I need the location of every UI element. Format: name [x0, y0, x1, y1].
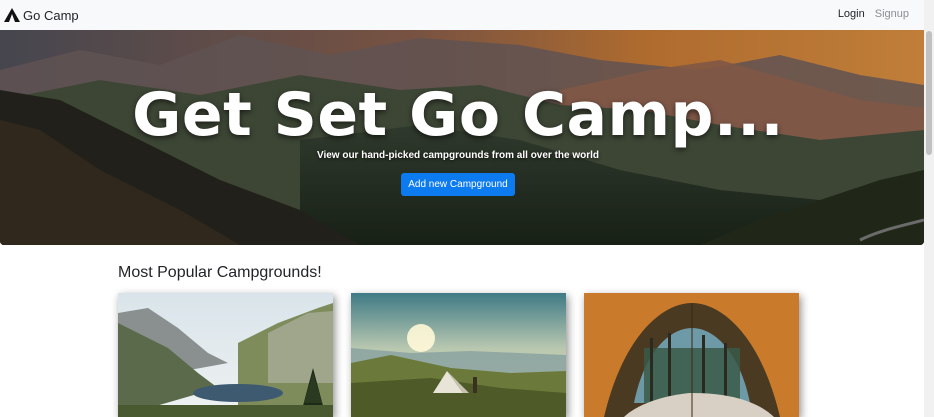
brand-name: Go Camp — [23, 7, 79, 23]
section-title: Most Popular Campgrounds! — [118, 264, 322, 281]
hero-content: Get Set Go Camp... View our hand-picked … — [0, 30, 924, 245]
signup-link[interactable]: Signup — [875, 8, 909, 20]
login-link[interactable]: Login — [838, 8, 865, 20]
page-scrollbar[interactable] — [924, 0, 934, 417]
hero-banner: Get Set Go Camp... View our hand-picked … — [0, 30, 924, 245]
add-campground-button[interactable]: Add new Campground — [401, 173, 515, 196]
campground-card[interactable] — [351, 293, 566, 417]
nav-links: Login Signup — [838, 8, 909, 20]
tent-forest-view-image — [584, 293, 799, 417]
tent-icon — [4, 8, 20, 22]
hero-title: Get Set Go Camp... — [132, 80, 784, 150]
scrollbar-thumb[interactable] — [926, 31, 932, 155]
mountain-lake-image — [118, 293, 333, 417]
brand-link[interactable]: Go Camp — [4, 6, 79, 24]
sunset-tent-image — [351, 293, 566, 417]
campground-card[interactable] — [584, 293, 799, 417]
hero-subtitle: View our hand-picked campgrounds from al… — [316, 150, 600, 161]
campground-card[interactable] — [118, 293, 333, 417]
navbar: Go Camp Login Signup — [0, 0, 924, 30]
